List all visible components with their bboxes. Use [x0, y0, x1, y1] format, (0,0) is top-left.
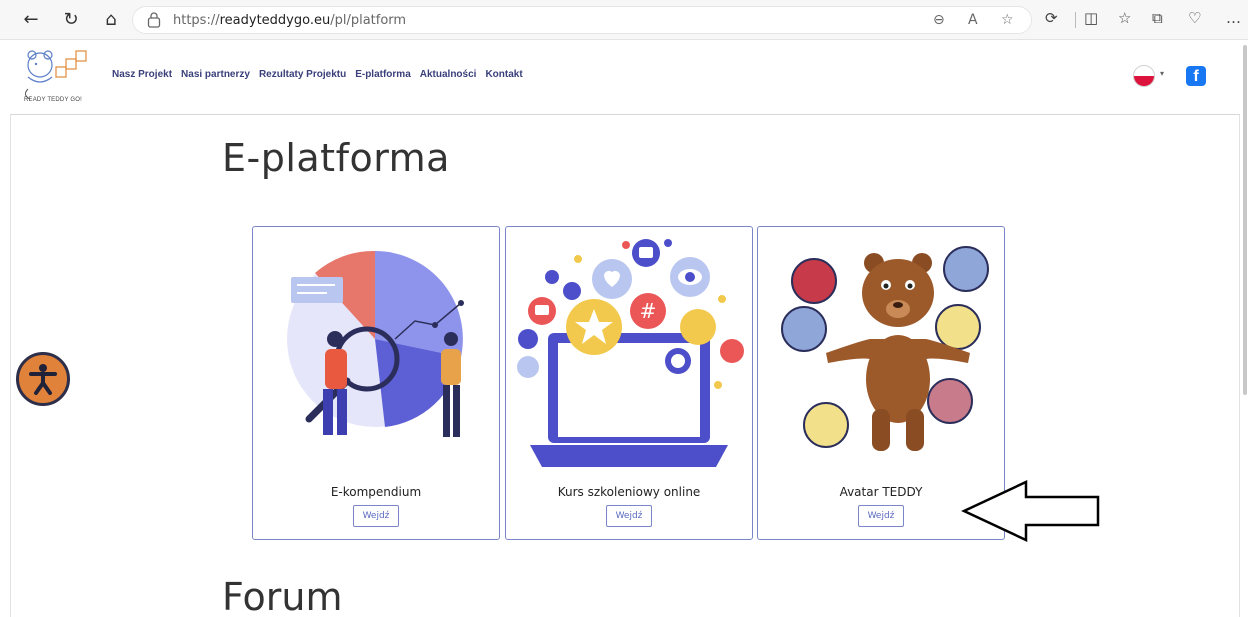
read-aloud-icon[interactable]: A: [968, 12, 978, 28]
toolbar-separator: [1075, 12, 1076, 28]
page-title: E-platforma: [222, 136, 450, 180]
lock-icon[interactable]: [147, 12, 161, 28]
logo-text: READY TEDDY GO!: [24, 97, 83, 103]
enter-button[interactable]: Wejdź: [606, 505, 652, 527]
favorites-list-icon[interactable]: ☆: [1118, 9, 1131, 27]
zoom-icon[interactable]: ⊖: [933, 12, 945, 28]
section-title-forum: Forum: [222, 575, 343, 617]
analytics-illustration: [287, 250, 464, 437]
url-text: https://readyteddygo.eu/pl/platform: [173, 13, 407, 28]
address-bar[interactable]: https://readyteddygo.eu/pl/platform ⊖ A …: [132, 6, 1032, 34]
menu-item-nasi-partnerzy[interactable]: Nasi partnerzy: [181, 69, 250, 80]
teddy-bear-avatar-illustration: [781, 246, 989, 451]
back-icon[interactable]: ←: [20, 9, 42, 31]
accessibility-person-icon: [29, 364, 57, 395]
scrollbar-thumb[interactable]: [1243, 45, 1247, 395]
menu-item-e-platforma[interactable]: E-platforma: [355, 69, 411, 80]
browser-toolbar: ← ↻ ⌂ https://readyteddygo.eu/pl/platfor…: [0, 0, 1248, 40]
main-menu: Nasz Projekt Nasi partnerzy Rezultaty Pr…: [112, 69, 523, 80]
more-icon[interactable]: …: [1226, 9, 1241, 27]
menu-item-rezultaty-projektu[interactable]: Rezultaty Projektu: [259, 69, 346, 80]
card-label: E-kompendium: [330, 485, 422, 499]
language-flag-pl-icon[interactable]: [1133, 65, 1155, 87]
menu-item-aktualnosci[interactable]: Aktualności: [420, 69, 477, 80]
site-header: READY TEDDY GO! Nasz Projekt Nasi partne…: [10, 41, 1240, 115]
enter-button[interactable]: Wejdź: [858, 505, 904, 527]
facebook-icon[interactable]: f: [1186, 66, 1206, 86]
card-e-kompendium: E-kompendium Wejdź: [252, 226, 500, 540]
refresh-icon[interactable]: ↻: [60, 9, 82, 31]
health-icon[interactable]: ♡: [1188, 9, 1201, 27]
home-icon[interactable]: ⌂: [100, 9, 122, 31]
language-caret-icon[interactable]: ▾: [1160, 69, 1164, 78]
menu-item-nasz-projekt[interactable]: Nasz Projekt: [112, 69, 172, 80]
extensions-icon[interactable]: ⟳: [1045, 9, 1058, 27]
card-label: Kurs szkoleniowy online: [557, 485, 701, 499]
svg-text:#: #: [640, 299, 657, 323]
social-media-laptop-illustration: #: [517, 239, 744, 467]
menu-item-kontakt[interactable]: Kontakt: [485, 69, 522, 80]
enter-button[interactable]: Wejdź: [353, 505, 399, 527]
left-arrow-annotation-icon: [961, 480, 1100, 542]
accessibility-button[interactable]: [16, 352, 70, 406]
split-screen-icon[interactable]: ◫: [1084, 9, 1098, 27]
card-kurs-szkoleniowy: # Kurs szkoleniowy online Wejdź: [505, 226, 753, 540]
favorite-star-icon[interactable]: ☆: [1001, 12, 1014, 28]
collections-icon[interactable]: ⧉: [1152, 9, 1163, 27]
